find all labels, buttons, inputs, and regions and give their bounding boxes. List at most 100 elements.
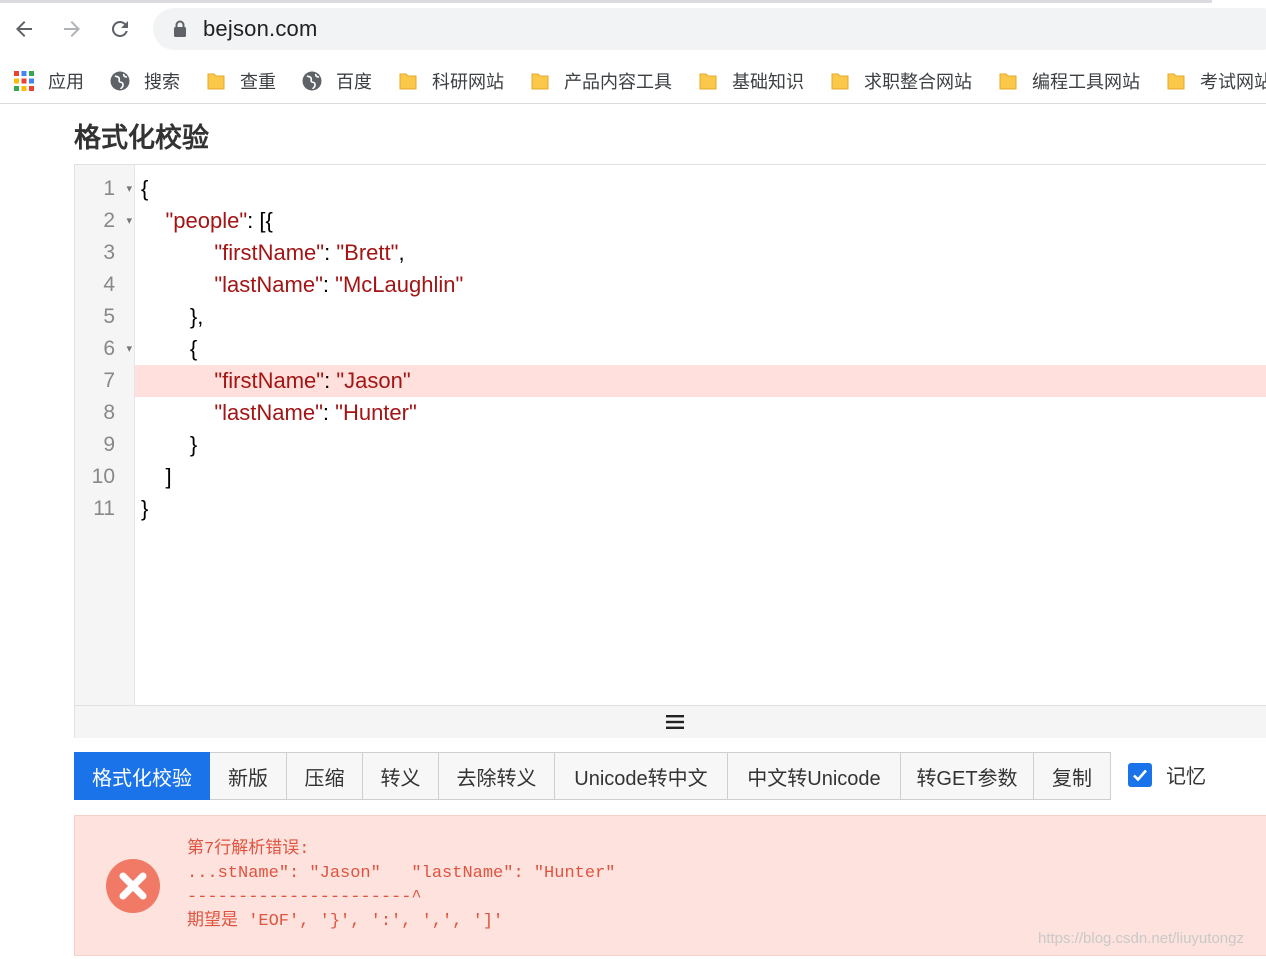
code-line[interactable]: } — [135, 429, 1266, 461]
code-line[interactable]: }, — [135, 301, 1266, 333]
json-punctuation-token: } — [141, 432, 198, 457]
json-punctuation-token — [141, 272, 214, 297]
line-number-text: 9 — [103, 433, 115, 456]
json-punctuation-token: : — [322, 272, 336, 297]
folder-icon — [530, 71, 550, 91]
json-string-token: "lastName" — [214, 400, 323, 425]
address-bar[interactable]: bejson.com — [153, 8, 1266, 50]
back-button[interactable] — [9, 14, 39, 44]
code-line[interactable]: "lastName": "Hunter" — [135, 397, 1266, 429]
chinese-to-unicode-button[interactable]: 中文转Unicode — [728, 752, 901, 800]
bookmarks-bar: 应用 搜索 查重 百度 科研网站 产品内容工具 基础知识 求职整合网站 编程工具… — [0, 58, 1266, 104]
json-punctuation-token: ] — [141, 464, 172, 489]
unicode-to-chinese-button[interactable]: Unicode转中文 — [555, 752, 728, 800]
lock-icon — [173, 20, 187, 38]
line-number-text: 1 — [103, 177, 115, 200]
folder-icon — [830, 71, 850, 91]
apps-grid-icon — [14, 71, 34, 91]
error-message: 第7行解析错误: ...stName": "Jason" "lastName": … — [187, 838, 615, 934]
code-area[interactable]: { "people": [{ "firstName": "Brett", "la… — [135, 165, 1266, 705]
bookmark-label: 求职整合网站 — [864, 72, 972, 92]
new-version-button[interactable]: 新版 — [210, 752, 287, 800]
json-string-token: "lastName" — [214, 272, 323, 297]
line-number: 1 ▾ — [75, 173, 135, 205]
browser-toolbar: bejson.com — [0, 0, 1266, 58]
url-text: bejson.com — [203, 16, 318, 41]
action-toolbar: 格式化校验 新版 压缩 转义 去除转义 Unicode转中文 中文转Unicod… — [74, 752, 1111, 800]
line-number-text: 8 — [103, 401, 115, 424]
bookmark-apps[interactable]: 应用 — [14, 66, 84, 96]
globe-icon — [302, 71, 322, 91]
json-string-token: "people" — [165, 208, 248, 233]
globe-icon — [110, 71, 130, 91]
folder-icon — [998, 71, 1018, 91]
tab-strip-edge — [0, 0, 1212, 3]
bookmark-folder-product-tools[interactable]: 产品内容工具 — [530, 66, 672, 96]
folder-icon — [698, 71, 718, 91]
fold-toggle-icon[interactable]: ▾ — [126, 182, 132, 195]
copy-button[interactable]: 复制 — [1034, 752, 1111, 800]
json-punctuation-token: : — [324, 368, 337, 393]
error-line-3: ----------------------^ — [187, 888, 422, 907]
bookmark-label: 百度 — [336, 72, 372, 92]
fold-toggle-icon[interactable]: ▾ — [126, 214, 132, 227]
line-number-text: 5 — [103, 305, 115, 328]
line-number-text: 2 — [103, 209, 115, 232]
code-line[interactable]: } — [135, 493, 1266, 525]
json-punctuation-token — [141, 400, 214, 425]
bookmark-folder-dev-tools[interactable]: 编程工具网站 — [998, 66, 1140, 96]
json-editor[interactable]: 1 ▾ 2 ▾ 3 4 5 6 ▾ 7 8 9 10 11 { "people": [{ "firstNa… — [74, 164, 1266, 738]
bookmark-label: 编程工具网站 — [1032, 72, 1140, 92]
line-number-text: 7 — [103, 369, 115, 392]
unescape-button[interactable]: 去除转义 — [439, 752, 555, 800]
line-number-gutter: 1 ▾ 2 ▾ 3 4 5 6 ▾ 7 8 9 10 11 — [75, 165, 135, 705]
line-number: 9 — [75, 429, 135, 461]
format-validate-button[interactable]: 格式化校验 — [74, 752, 210, 800]
json-punctuation-token: { — [141, 176, 149, 201]
menu-icon — [666, 715, 684, 729]
json-string-token: "firstName" — [214, 368, 325, 393]
editor-resize-handle[interactable] — [75, 705, 1266, 738]
code-line[interactable]: { — [135, 173, 1266, 205]
code-line[interactable]: "lastName": "McLaughlin" — [135, 269, 1266, 301]
fold-toggle-icon[interactable]: ▾ — [126, 342, 132, 355]
reload-button[interactable] — [105, 14, 135, 44]
bookmark-baidu[interactable]: 百度 — [302, 66, 372, 96]
to-get-params-button[interactable]: 转GET参数 — [901, 752, 1034, 800]
line-number: 7 — [75, 365, 135, 397]
folder-icon — [398, 71, 418, 91]
checkbox-checked-icon[interactable] — [1128, 762, 1152, 787]
bookmark-search[interactable]: 搜索 — [110, 66, 180, 96]
code-line-error[interactable]: "firstName": "Jason" — [135, 365, 1266, 397]
code-line[interactable]: "people": [{ — [135, 205, 1266, 237]
json-punctuation-token: { — [141, 336, 198, 361]
line-number: 8 — [75, 397, 135, 429]
error-line-2: ...stName": "Jason" "lastName": "Hunter" — [187, 864, 616, 883]
memory-label: 记忆 — [1166, 766, 1206, 788]
bookmark-label: 科研网站 — [432, 72, 504, 92]
json-punctuation-token: , — [398, 240, 405, 265]
json-punctuation-token — [141, 208, 165, 233]
watermark: https://blog.csdn.net/liuyutongz — [1038, 930, 1244, 947]
line-number-text: 6 — [103, 337, 115, 360]
line-number: 6 ▾ — [75, 333, 135, 365]
bookmark-folder-research[interactable]: 科研网站 — [398, 66, 504, 96]
forward-button[interactable] — [57, 14, 87, 44]
line-number: 11 — [75, 493, 135, 525]
bookmark-label: 考试网站 — [1200, 72, 1266, 92]
code-line[interactable]: { — [135, 333, 1266, 365]
code-line[interactable]: ] — [135, 461, 1266, 493]
bookmark-folder-chachong[interactable]: 查重 — [206, 66, 276, 96]
memory-checkbox[interactable]: 记忆 — [1128, 760, 1206, 789]
bookmark-folder-jobs[interactable]: 求职整合网站 — [830, 66, 972, 96]
error-x-icon — [105, 858, 161, 914]
bookmark-folder-basics[interactable]: 基础知识 — [698, 66, 804, 96]
compress-button[interactable]: 压缩 — [287, 752, 363, 800]
error-line-1: 第7行解析错误: — [187, 840, 310, 859]
bookmark-folder-exams[interactable]: 考试网站 — [1166, 66, 1266, 96]
code-line[interactable]: "firstName": "Brett", — [135, 237, 1266, 269]
line-number-text: 11 — [93, 497, 115, 520]
arrow-right-icon — [64, 21, 80, 37]
escape-button[interactable]: 转义 — [363, 752, 439, 800]
line-number: 10 — [75, 461, 135, 493]
